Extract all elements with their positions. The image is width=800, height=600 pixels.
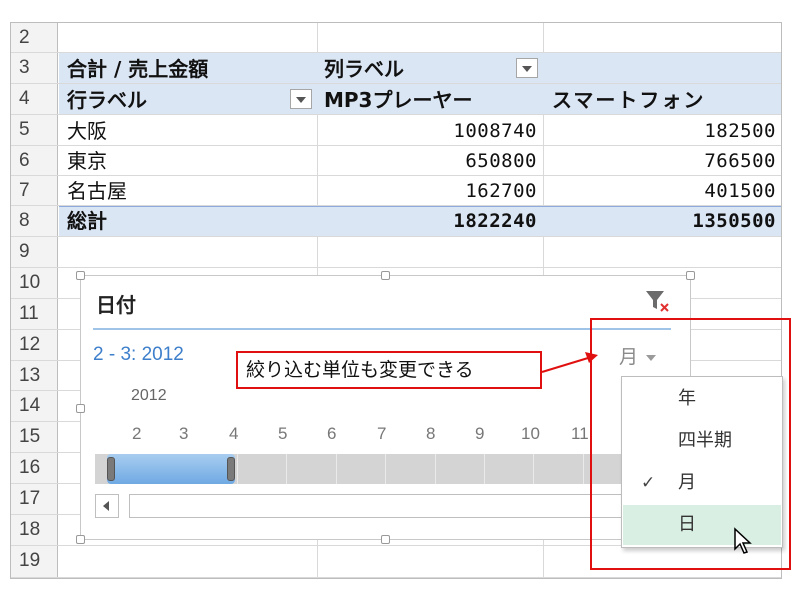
pivot-column-label[interactable]: 列ラベル (324, 54, 404, 84)
row-number[interactable]: 7 (11, 176, 58, 205)
pivot-row-name[interactable]: 名古屋 (67, 176, 127, 206)
pivot-value[interactable]: 1008740 (331, 116, 537, 146)
pivot-value[interactable]: 182500 (556, 116, 776, 146)
row-number[interactable]: 4 (11, 84, 58, 114)
pivot-value-header[interactable]: 合計 / 売上金額 (67, 54, 208, 84)
row-number[interactable]: 17 (11, 484, 58, 514)
timeline-selection[interactable] (107, 454, 235, 484)
mouse-pointer-icon (734, 527, 752, 554)
resize-handle[interactable] (381, 271, 390, 280)
timeline-month[interactable]: 11 (571, 424, 589, 444)
slicer-title: 日付 (96, 293, 136, 317)
row-number[interactable]: 9 (11, 237, 58, 267)
resize-handle[interactable] (76, 535, 85, 544)
row-number[interactable]: 19 (11, 546, 58, 577)
row-number[interactable]: 10 (11, 268, 58, 298)
row-number[interactable]: 14 (11, 391, 58, 421)
track-divider (336, 454, 337, 484)
resize-handle[interactable] (76, 271, 85, 280)
resize-handle[interactable] (76, 404, 85, 413)
track-divider (385, 454, 386, 484)
pivot-value[interactable]: 650800 (331, 146, 537, 176)
row-number[interactable]: 15 (11, 422, 58, 452)
timeline-month[interactable]: 2 (132, 424, 141, 444)
row-number[interactable]: 18 (11, 515, 58, 545)
pivot-total-value[interactable]: 1822240 (331, 206, 537, 236)
row-number[interactable]: 6 (11, 146, 58, 175)
scroll-left-button[interactable] (95, 494, 119, 518)
timeline-month[interactable]: 8 (426, 424, 435, 444)
track-divider (583, 454, 584, 484)
row-number[interactable]: 8 (11, 206, 58, 236)
selection-end-handle[interactable] (227, 457, 235, 481)
slicer-header-divider (93, 328, 671, 330)
annotation-callout: 絞り込む単位も変更できる (236, 351, 542, 389)
timeline-month[interactable]: 9 (475, 424, 484, 444)
row-number[interactable]: 5 (11, 115, 58, 145)
pivot-total-value[interactable]: 1350500 (556, 206, 776, 236)
sheet-row: 2 (11, 23, 781, 53)
pivot-value[interactable]: 162700 (331, 176, 537, 206)
pivot-value[interactable]: 766500 (556, 146, 776, 176)
timeline-month[interactable]: 5 (278, 424, 287, 444)
timeline-month[interactable]: 6 (327, 424, 336, 444)
track-divider (286, 454, 287, 484)
timeline-month[interactable]: 10 (521, 424, 540, 444)
track-divider (435, 454, 436, 484)
pivot-col2-header[interactable]: スマートフォン (552, 85, 705, 115)
row-number[interactable]: 3 (11, 53, 58, 83)
clear-filter-icon[interactable] (644, 288, 670, 314)
pivot-value[interactable]: 401500 (556, 176, 776, 206)
pivot-row-label[interactable]: 行ラベル (67, 85, 147, 115)
row-number[interactable]: 16 (11, 453, 58, 483)
pivot-row-name[interactable]: 大阪 (67, 116, 107, 146)
pivot-row-name[interactable]: 東京 (67, 146, 107, 176)
track-divider (533, 454, 534, 484)
column-filter-button[interactable] (516, 58, 538, 78)
row-number[interactable]: 11 (11, 299, 58, 329)
timeline-scrollbar[interactable] (95, 494, 669, 518)
pivot-col1-header[interactable]: MP3プレーヤー (324, 85, 472, 115)
resize-handle[interactable] (381, 535, 390, 544)
row-filter-button[interactable] (290, 89, 312, 109)
highlight-box (590, 318, 791, 570)
row-number[interactable]: 2 (11, 23, 58, 52)
scroll-track[interactable] (129, 494, 669, 518)
timeline-month[interactable]: 7 (377, 424, 386, 444)
pivot-total-label[interactable]: 総計 (67, 206, 107, 236)
track-divider (484, 454, 485, 484)
selection-start-handle[interactable] (107, 457, 115, 481)
timeline-month[interactable]: 3 (179, 424, 188, 444)
resize-handle[interactable] (686, 271, 695, 280)
timeline-year: 2012 (131, 387, 167, 404)
row-number[interactable]: 13 (11, 361, 58, 390)
sheet-row: 9 (11, 237, 781, 268)
row-number[interactable]: 12 (11, 330, 58, 360)
timeline-month[interactable]: 4 (229, 424, 238, 444)
track-divider (237, 454, 238, 484)
selected-range-label: 2 - 3: 2012 (93, 344, 184, 365)
